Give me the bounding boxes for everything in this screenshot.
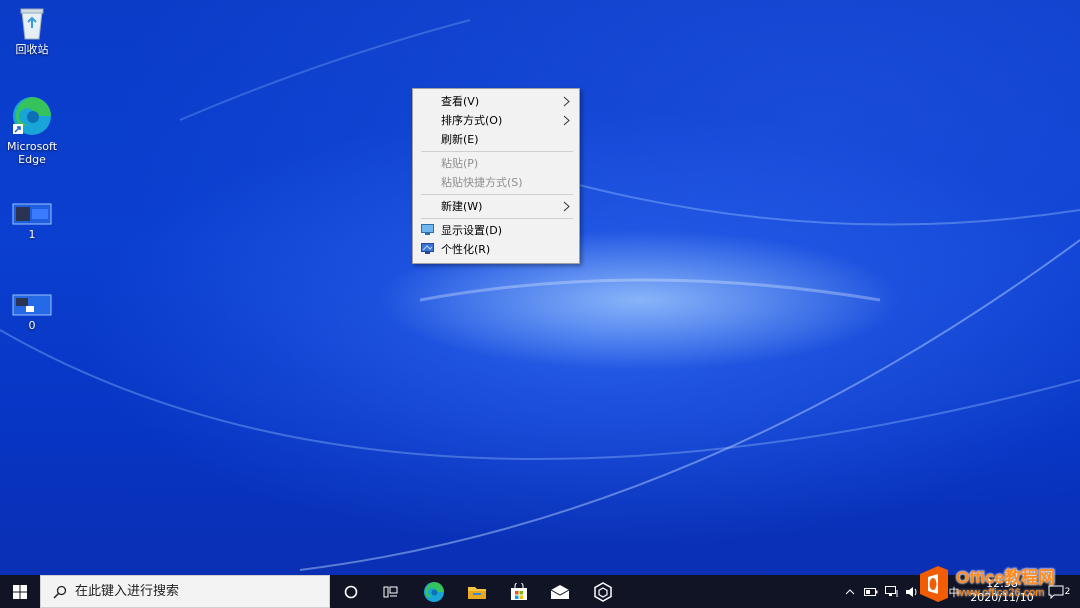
- menu-item-new[interactable]: 新建(W): [413, 197, 579, 216]
- taskbar-edge-button[interactable]: [414, 575, 454, 608]
- desktop-icon-label: 1: [28, 228, 36, 241]
- watermark-url: www.office26.com: [956, 587, 1045, 599]
- battery-icon: [864, 587, 878, 596]
- chevron-right-icon: [563, 201, 570, 212]
- menu-item-personalize[interactable]: 个性化(R): [413, 240, 579, 259]
- menu-item-paste: 粘贴(P): [413, 154, 579, 173]
- search-icon: [53, 585, 67, 599]
- menu-item-label: 显示设置(D): [441, 224, 503, 237]
- battery-indicator[interactable]: [861, 575, 881, 608]
- network-indicator[interactable]: [882, 575, 902, 608]
- personalize-icon: [421, 243, 434, 254]
- taskbar-search-box[interactable]: [40, 575, 330, 608]
- mail-icon: [550, 584, 570, 599]
- app-button[interactable]: [583, 575, 623, 608]
- chevron-right-icon: [563, 96, 570, 107]
- menu-item-paste-shortcut: 粘贴快捷方式(S): [413, 173, 579, 192]
- menu-item-label: 粘贴(P): [441, 157, 479, 170]
- desktop-icon-label: 回收站: [15, 43, 49, 56]
- chevron-right-icon: [563, 115, 570, 126]
- file-explorer-button[interactable]: [457, 575, 497, 608]
- menu-item-label: 排序方式(O): [441, 114, 503, 127]
- desktop-icon-1[interactable]: 1: [0, 203, 64, 241]
- edge-icon: [13, 97, 51, 135]
- app-icon: [594, 581, 612, 602]
- menu-item-refresh[interactable]: 刷新(E): [413, 130, 579, 149]
- show-hidden-icons-button[interactable]: [842, 575, 858, 608]
- menu-item-label: 个性化(R): [441, 243, 491, 256]
- cortana-icon: [344, 585, 358, 598]
- file-explorer-icon: [468, 586, 486, 599]
- menu-separator: [421, 151, 573, 152]
- desktop-icon-recycle-bin[interactable]: 回收站: [0, 6, 64, 56]
- display-shortcut-icon: [12, 294, 52, 316]
- watermark: Office教程网 www.office26.com: [916, 560, 1080, 608]
- menu-item-label: 新建(W): [441, 200, 483, 213]
- recycle-bin-icon: [20, 8, 44, 40]
- desktop-icon-0[interactable]: 0: [0, 294, 64, 332]
- network-icon: [885, 585, 898, 597]
- desktop-icon-edge[interactable]: Microsoft Edge: [0, 95, 64, 166]
- display-shortcut-icon: [12, 203, 52, 225]
- desktop-icon-label: Microsoft Edge: [6, 140, 58, 166]
- start-button[interactable]: [0, 575, 40, 608]
- desktop-icon-label: 0: [28, 319, 36, 332]
- edge-icon: [424, 581, 444, 602]
- menu-separator: [421, 218, 573, 219]
- menu-item-label: 查看(V): [441, 95, 480, 108]
- menu-item-label: 粘贴快捷方式(S): [441, 176, 523, 189]
- store-icon: [511, 582, 527, 600]
- display-settings-icon: [421, 224, 434, 235]
- chevron-up-icon: [845, 588, 855, 594]
- search-input[interactable]: [75, 584, 315, 599]
- office-logo-icon: [920, 566, 948, 602]
- mail-button[interactable]: [540, 575, 580, 608]
- cortana-button[interactable]: [331, 575, 371, 608]
- menu-item-label: 刷新(E): [441, 133, 479, 146]
- wallpaper-streaks: [0, 19, 1080, 571]
- store-button[interactable]: [499, 575, 539, 608]
- desktop-context-menu: 查看(V) 排序方式(O) 刷新(E) 粘贴(P) 粘贴快捷方式(S) 新建(W…: [412, 88, 580, 264]
- watermark-title: Office教程网: [956, 568, 1056, 587]
- task-view-icon: [383, 586, 398, 597]
- menu-item-sort-by[interactable]: 排序方式(O): [413, 111, 579, 130]
- windows-logo-icon: [13, 584, 27, 599]
- menu-separator: [421, 194, 573, 195]
- menu-item-display-settings[interactable]: 显示设置(D): [413, 221, 579, 240]
- task-view-button[interactable]: [371, 575, 411, 608]
- menu-item-view[interactable]: 查看(V): [413, 92, 579, 111]
